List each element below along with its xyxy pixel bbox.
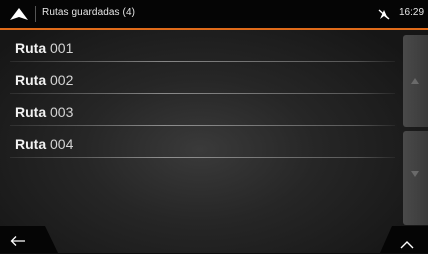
- navigation-arrow-icon[interactable]: [9, 7, 29, 21]
- scroll-up-button[interactable]: [403, 35, 428, 127]
- scroll-up-icon: [411, 78, 419, 84]
- list-item[interactable]: Ruta 001: [0, 30, 400, 62]
- list-item[interactable]: Ruta 004: [0, 126, 400, 158]
- clock: 16:29: [399, 7, 425, 18]
- back-arrow-icon: [10, 234, 26, 246]
- row-divider: [10, 157, 395, 158]
- header-divider: [35, 6, 36, 22]
- header-bar: Rutas guardadas (4) 16:29: [0, 0, 428, 30]
- route-label: Ruta 004: [15, 136, 74, 152]
- chevron-up-icon: [400, 236, 414, 249]
- more-button[interactable]: [380, 226, 428, 253]
- scroll-down-icon: [411, 171, 419, 177]
- list-item[interactable]: Ruta 002: [0, 62, 400, 94]
- route-list: Ruta 001 Ruta 002 Ruta 003 Ruta 004: [0, 30, 400, 158]
- route-label: Ruta 003: [15, 104, 74, 120]
- back-button[interactable]: [0, 226, 58, 253]
- list-item[interactable]: Ruta 003: [0, 94, 400, 126]
- page-title: Rutas guardadas (4): [42, 7, 136, 18]
- route-label: Ruta 001: [15, 40, 74, 56]
- route-label: Ruta 002: [15, 72, 74, 88]
- screen: Rutas guardadas (4) 16:29 Ruta 001 Ruta …: [0, 0, 428, 253]
- gps-off-icon: [378, 7, 390, 21]
- scroll-down-button[interactable]: [403, 131, 428, 225]
